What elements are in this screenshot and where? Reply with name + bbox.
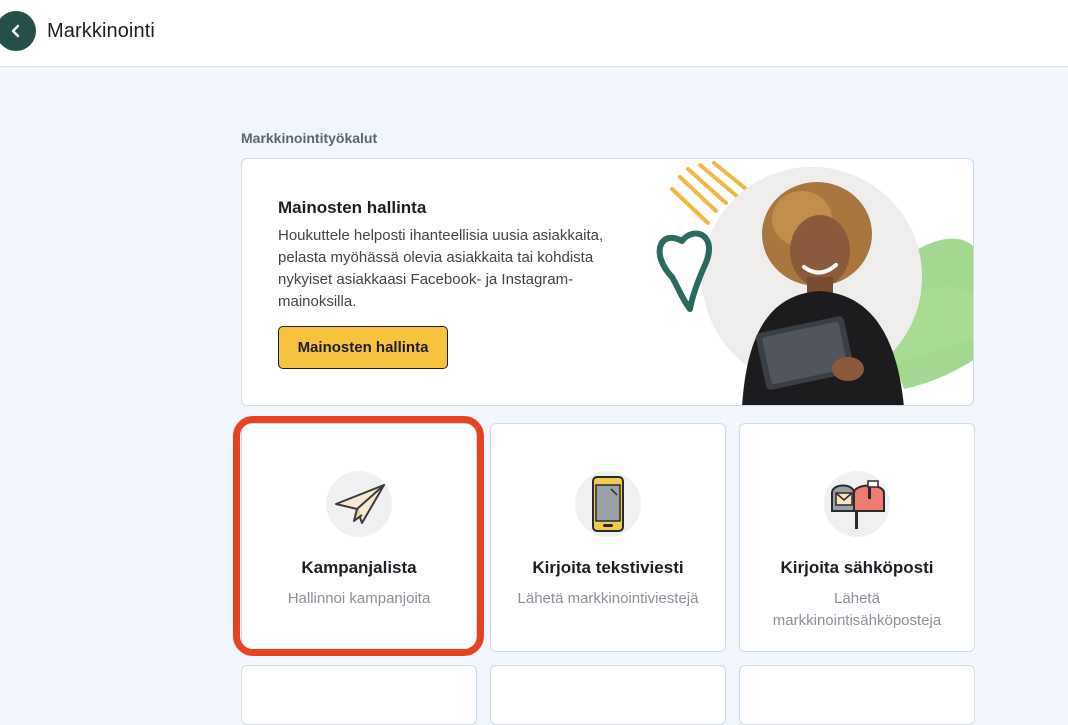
tool-tile[interactable] [739,665,975,725]
tile-subtitle: Hallinnoi kampanjoita [287,590,431,607]
ads-management-card: Mainosten hallinta Houkuttele helposti i… [241,158,974,406]
chevron-left-icon [11,24,20,38]
tile-title: Kampanjalista [301,558,417,577]
ads-card-title: Mainosten hallinta [278,198,427,217]
section-label: Markkinointityökalut [241,130,378,146]
top-bar: Markkinointi [0,0,1068,67]
tile-title: Kirjoita sähköposti [780,558,934,577]
tile-subtitle: Lähetä markkinointisähköposteja [772,590,942,629]
tile-title: Kirjoita tekstiviesti [532,558,684,577]
manage-ads-button[interactable]: Mainosten hallinta [278,326,448,369]
phone-icon [575,471,641,537]
tile-subtitle: Lähetä markkinointiviestejä [517,590,699,607]
tool-tile[interactable] [490,665,726,725]
paper-plane-icon [326,471,392,537]
ads-card-description: Houkuttele helposti ihanteellisia uusia … [278,227,604,310]
tool-tile-write-sms[interactable]: Kirjoita tekstiviesti Lähetä markkinoint… [490,423,726,652]
tool-tile[interactable] [241,665,477,725]
mailbox-icon [824,471,890,537]
back-button[interactable] [0,11,36,51]
page-title: Markkinointi [47,20,155,42]
tool-tile-campaign-list[interactable]: Kampanjalista Hallinnoi kampanjoita [241,423,477,652]
tool-tile-write-email[interactable]: Kirjoita sähköposti Lähetä markkinointis… [739,423,975,652]
woman-with-tablet-illustration [656,161,973,405]
